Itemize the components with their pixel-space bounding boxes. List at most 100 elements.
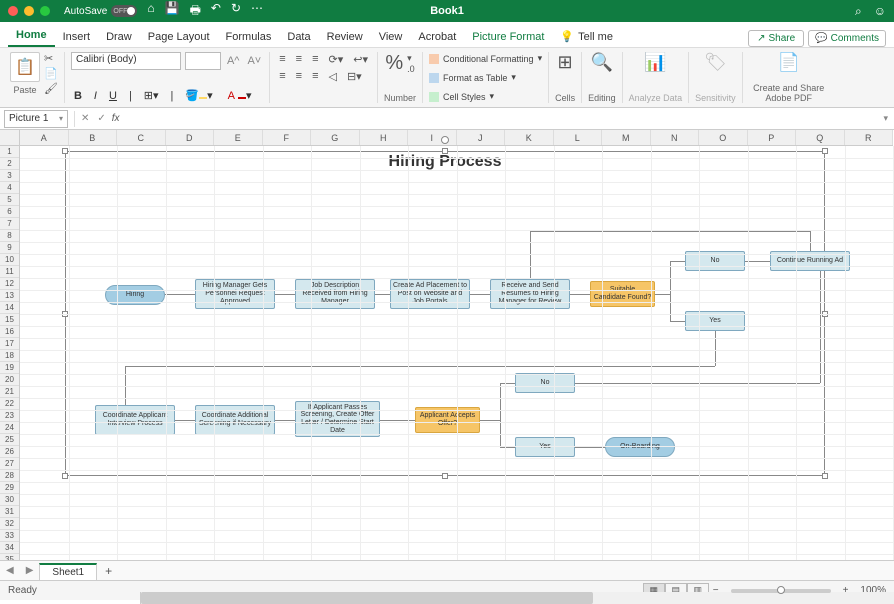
- tab-data[interactable]: Data: [279, 27, 318, 47]
- decimal-icons[interactable]: .0: [407, 64, 415, 74]
- column-header[interactable]: O: [699, 130, 748, 145]
- column-header[interactable]: P: [748, 130, 797, 145]
- search-icon[interactable]: ⌕: [855, 4, 862, 19]
- analyze-icon[interactable]: 📊: [644, 52, 666, 73]
- select-all-corner[interactable]: [0, 130, 20, 145]
- row-header[interactable]: 14: [0, 302, 19, 314]
- column-header[interactable]: Q: [796, 130, 845, 145]
- column-header[interactable]: F: [263, 130, 312, 145]
- row-header[interactable]: 2: [0, 158, 19, 170]
- row-header[interactable]: 16: [0, 326, 19, 338]
- column-header[interactable]: R: [845, 130, 894, 145]
- row-header[interactable]: 4: [0, 182, 19, 194]
- rotation-handle[interactable]: [441, 136, 449, 144]
- save-icon[interactable]: 💾: [165, 1, 180, 22]
- editing-icon[interactable]: 🔍: [591, 52, 613, 73]
- row-header[interactable]: 26: [0, 446, 19, 458]
- tab-view[interactable]: View: [371, 27, 411, 47]
- home-icon[interactable]: ⌂: [147, 1, 154, 22]
- row-header[interactable]: 17: [0, 338, 19, 350]
- sensitivity-icon[interactable]: 🏷: [704, 52, 727, 73]
- tab-home[interactable]: Home: [8, 25, 55, 47]
- name-box[interactable]: Picture 1▾: [4, 110, 68, 128]
- row-header[interactable]: 11: [0, 266, 19, 278]
- row-header[interactable]: 1: [0, 146, 19, 158]
- align-right-icon[interactable]: ≡: [309, 69, 321, 84]
- horizontal-scrollbar[interactable]: [140, 592, 894, 604]
- percent-icon[interactable]: %: [385, 52, 403, 75]
- bold-button[interactable]: B: [71, 89, 85, 103]
- sheet-tab-sheet1[interactable]: Sheet1: [39, 563, 97, 580]
- row-header[interactable]: 24: [0, 422, 19, 434]
- column-header[interactable]: M: [602, 130, 651, 145]
- row-header[interactable]: 9: [0, 242, 19, 254]
- align-middle-icon[interactable]: ≡: [293, 52, 305, 67]
- account-icon[interactable]: ☺: [874, 4, 886, 19]
- row-header[interactable]: 19: [0, 362, 19, 374]
- cells-icon[interactable]: ⊞: [558, 52, 573, 73]
- row-header[interactable]: 29: [0, 482, 19, 494]
- number-format-dropdown[interactable]: ▾: [407, 53, 415, 64]
- column-header[interactable]: L: [554, 130, 603, 145]
- row-header[interactable]: 10: [0, 254, 19, 266]
- sheet-nav-prev[interactable]: ◀: [0, 565, 20, 576]
- column-header[interactable]: D: [166, 130, 215, 145]
- cells-area[interactable]: Hiring Process Hiring Hiring Manager Get…: [20, 146, 894, 560]
- row-header[interactable]: 12: [0, 278, 19, 290]
- decrease-font-icon[interactable]: A˅: [245, 55, 263, 67]
- more-icon[interactable]: ⋯: [251, 1, 263, 22]
- row-header[interactable]: 5: [0, 194, 19, 206]
- row-header[interactable]: 34: [0, 542, 19, 554]
- copy-icon[interactable]: 📄: [44, 67, 58, 80]
- decrease-indent-icon[interactable]: ◁: [326, 69, 340, 84]
- column-header[interactable]: B: [69, 130, 118, 145]
- column-header[interactable]: C: [117, 130, 166, 145]
- cell-styles-menu[interactable]: Cell Styles▾: [429, 90, 494, 103]
- tab-draw[interactable]: Draw: [98, 27, 140, 47]
- row-header[interactable]: 35: [0, 554, 19, 560]
- merge-icon[interactable]: ⊟▾: [344, 69, 365, 84]
- orientation-icon[interactable]: ⟳▾: [326, 52, 347, 67]
- comments-button[interactable]: 💬Comments: [808, 30, 886, 47]
- column-header[interactable]: G: [311, 130, 360, 145]
- column-header[interactable]: A: [20, 130, 69, 145]
- tab-acrobat[interactable]: Acrobat: [410, 27, 464, 47]
- align-left-icon[interactable]: ≡: [276, 69, 288, 84]
- align-center-icon[interactable]: ≡: [293, 69, 305, 84]
- column-header[interactable]: I: [408, 130, 457, 145]
- fill-color-button[interactable]: 🪣▾: [182, 88, 215, 103]
- column-header[interactable]: E: [214, 130, 263, 145]
- print-icon[interactable]: 🖶: [190, 1, 201, 22]
- border-button[interactable]: ⊞▾: [141, 88, 162, 103]
- column-header[interactable]: N: [651, 130, 700, 145]
- row-header[interactable]: 21: [0, 386, 19, 398]
- align-top-icon[interactable]: ≡: [276, 52, 288, 67]
- fx-label[interactable]: fx: [112, 113, 120, 124]
- column-header[interactable]: J: [457, 130, 506, 145]
- row-header[interactable]: 3: [0, 170, 19, 182]
- format-as-table-menu[interactable]: Format as Table▾: [429, 71, 516, 84]
- row-header[interactable]: 27: [0, 458, 19, 470]
- row-header[interactable]: 23: [0, 410, 19, 422]
- enter-icon[interactable]: ✓: [97, 113, 105, 124]
- font-color-button[interactable]: A▾: [222, 88, 255, 103]
- tab-formulas[interactable]: Formulas: [218, 27, 280, 47]
- cancel-icon[interactable]: ✕: [81, 113, 89, 124]
- row-header[interactable]: 7: [0, 218, 19, 230]
- row-header[interactable]: 18: [0, 350, 19, 362]
- increase-font-icon[interactable]: A^: [225, 55, 242, 67]
- row-header[interactable]: 22: [0, 398, 19, 410]
- tab-insert[interactable]: Insert: [55, 27, 99, 47]
- undo-icon[interactable]: ↶: [211, 1, 221, 22]
- zoom-slider[interactable]: [731, 589, 831, 593]
- row-header[interactable]: 20: [0, 374, 19, 386]
- column-header[interactable]: H: [360, 130, 409, 145]
- close-window-button[interactable]: [8, 6, 18, 16]
- row-header[interactable]: 28: [0, 470, 19, 482]
- tab-picture-format[interactable]: Picture Format: [464, 27, 552, 47]
- expand-formula-bar-icon[interactable]: ▾: [883, 113, 894, 124]
- paste-button[interactable]: 📋: [10, 52, 40, 82]
- tell-me-search[interactable]: 💡Tell me: [552, 26, 621, 47]
- italic-button[interactable]: I: [91, 89, 100, 103]
- sheet-nav-next[interactable]: ▶: [20, 565, 40, 576]
